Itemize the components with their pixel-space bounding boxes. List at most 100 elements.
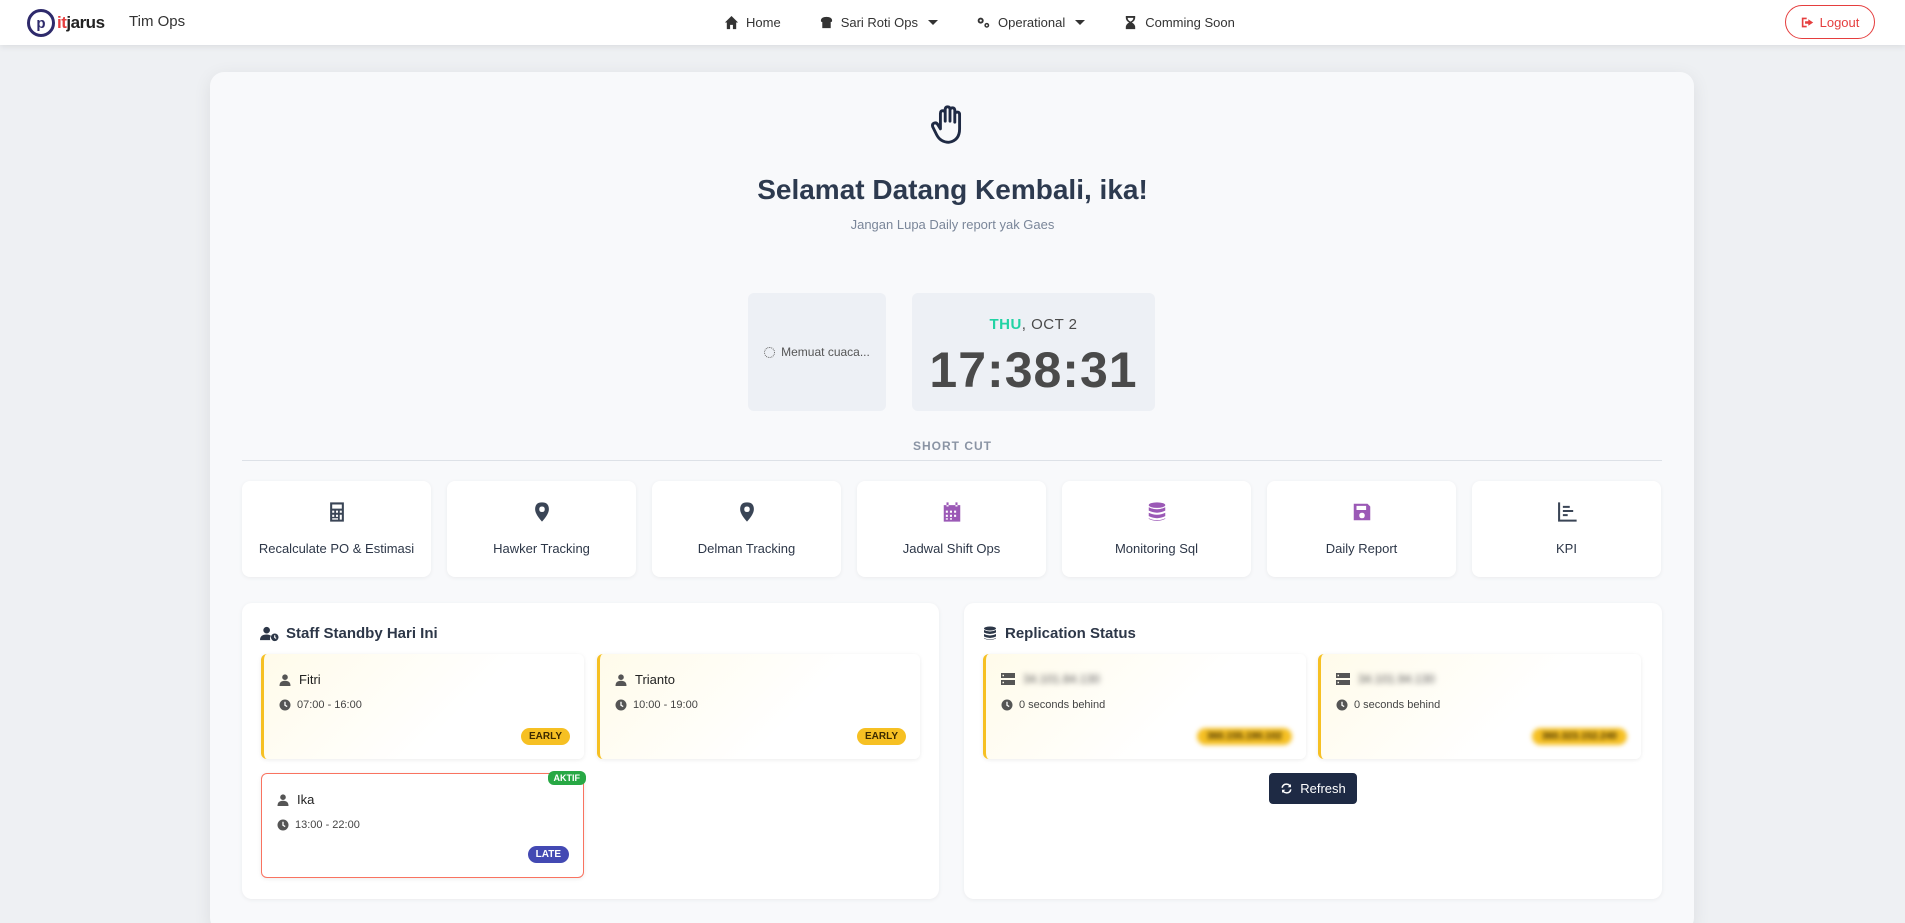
staff-time-text: 10:00 - 19:00	[633, 699, 698, 711]
clock-day: THU	[989, 316, 1022, 333]
user-clock-icon	[260, 626, 279, 642]
refresh-icon	[1281, 783, 1292, 794]
chevron-down-icon	[1075, 20, 1086, 25]
shortcut-label: Monitoring Sql	[1114, 541, 1199, 556]
logout-button[interactable]: Logout	[1785, 5, 1875, 39]
staff-panel-title-text: Staff Standby Hari Ini	[286, 625, 438, 642]
replica-host-text: 34.101.94.130	[1358, 672, 1435, 686]
clock-icon	[615, 699, 627, 711]
clock-time: 17:38:31	[929, 342, 1138, 398]
refresh-button[interactable]: Refresh	[1269, 773, 1357, 804]
staff-name: Trianto	[615, 672, 675, 687]
replica-ip-badge: 360.155.190.102	[1196, 728, 1292, 745]
home-icon	[724, 15, 739, 30]
shift-badge: LATE	[527, 846, 569, 863]
clock-icon	[1001, 699, 1013, 711]
nav-sari-roti-ops[interactable]: Sari Roti Ops	[819, 15, 938, 30]
shortcut-label: Daily Report	[1325, 541, 1398, 556]
logo-mark: p	[27, 9, 55, 37]
replica-lag: 0 seconds behind	[1336, 699, 1440, 711]
shortcut-label: Hawker Tracking	[493, 541, 590, 556]
staff-name: Fitri	[279, 672, 321, 687]
shortcut-jadwal-shift[interactable]: Jadwal Shift Ops	[857, 481, 1046, 577]
replica-host: 34.101.94.130	[1336, 672, 1435, 686]
database-icon	[984, 626, 996, 640]
staff-time-text: 13:00 - 22:00	[295, 819, 360, 831]
team-name: Tim Ops	[129, 13, 186, 30]
spinner-icon	[764, 346, 776, 358]
staff-card[interactable]: Fitri 07:00 - 16:00 EARLY	[261, 654, 584, 759]
nav-coming-soon-label: Comming Soon	[1145, 15, 1235, 30]
staff-name: Ika	[277, 792, 314, 807]
server-icon	[1336, 673, 1350, 685]
database-icon	[1148, 502, 1166, 521]
clock-icon	[277, 819, 289, 831]
calculator-icon	[330, 502, 344, 522]
user-icon	[279, 673, 291, 686]
shortcut-label: Recalculate PO & Estimasi	[258, 541, 415, 556]
nav-operational-label: Operational	[998, 15, 1066, 30]
replica-host: 34.101.84.130	[1001, 672, 1100, 686]
brand-logo[interactable]: p itjarus	[27, 8, 105, 38]
replication-status-panel: Replication Status 34.101.84.130 0 secon…	[964, 603, 1662, 899]
user-icon	[277, 793, 289, 806]
weather-loading-text: Memuat cuaca...	[781, 345, 870, 359]
shortcut-hawker-tracking[interactable]: Hawker Tracking	[447, 481, 636, 577]
staff-name-text: Ika	[297, 792, 315, 807]
nav-sari-roti-label: Sari Roti Ops	[840, 15, 918, 30]
nav-coming-soon[interactable]: Comming Soon	[1123, 15, 1235, 30]
nav-home[interactable]: Home	[724, 15, 781, 30]
chevron-down-icon	[928, 20, 938, 25]
welcome-subtitle: Jangan Lupa Daily report yak Gaes	[850, 217, 1055, 232]
staff-shift-time: 07:00 - 16:00	[279, 699, 362, 711]
replication-panel-title-text: Replication Status	[1005, 625, 1136, 642]
server-icon	[1001, 673, 1015, 685]
shortcut-label: Delman Tracking	[697, 541, 796, 556]
clock-icon	[1336, 699, 1348, 711]
staff-panel-title: Staff Standby Hari Ini	[260, 625, 438, 642]
clock-month-day: , OCT 2	[1021, 316, 1078, 333]
shortcut-label: KPI	[1556, 541, 1577, 556]
user-icon	[615, 673, 627, 686]
shortcut-daily-report[interactable]: Daily Report	[1267, 481, 1456, 577]
shortcut-label: Jadwal Shift Ops	[902, 541, 1001, 556]
weather-widget: Memuat cuaca...	[748, 293, 886, 411]
shift-badge: EARLY	[521, 728, 570, 745]
refresh-button-label: Refresh	[1300, 781, 1346, 796]
replica-lag-text: 0 seconds behind	[1354, 699, 1441, 711]
clock-date: THU, OCT 2	[912, 316, 1155, 333]
staff-time-text: 07:00 - 16:00	[297, 699, 362, 711]
replication-panel-title: Replication Status	[982, 625, 1136, 642]
replica-lag: 0 seconds behind	[1001, 699, 1105, 711]
staff-shift-time: 13:00 - 22:00	[277, 819, 360, 831]
staff-card-active[interactable]: AKTIF Ika 13:00 - 22:00 LATE	[261, 771, 586, 878]
logo-wordmark: itjarus	[57, 13, 105, 32]
replica-lag-text: 0 seconds behind	[1019, 699, 1106, 711]
shortcut-delman-tracking[interactable]: Delman Tracking	[652, 481, 841, 577]
hourglass-icon	[1126, 15, 1136, 30]
shortcut-recalculate-po[interactable]: Recalculate PO & Estimasi	[242, 481, 431, 577]
waving-hand-icon	[931, 105, 962, 144]
staff-shift-time: 10:00 - 19:00	[615, 699, 698, 711]
replica-ip-badge: 360.323.152.240	[1531, 728, 1627, 745]
map-pin-icon	[535, 502, 549, 522]
staff-card[interactable]: Trianto 10:00 - 19:00 EARLY	[597, 654, 920, 759]
replica-host-text: 34.101.84.130	[1023, 672, 1100, 686]
nav-home-label: Home	[746, 15, 781, 30]
shift-badge: EARLY	[857, 728, 906, 745]
shortcut-kpi[interactable]: KPI	[1472, 481, 1661, 577]
shortcut-heading: SHORT CUT	[913, 439, 992, 453]
main-nav: Home Sari Roti Ops Operational Comming S…	[724, 0, 1273, 45]
staff-name-text: Fitri	[299, 672, 321, 687]
replica-card: 34.101.94.130 0 seconds behind 360.323.1…	[1318, 654, 1641, 759]
logout-label: Logout	[1819, 14, 1860, 30]
nav-operational[interactable]: Operational	[976, 15, 1086, 30]
staff-name-text: Trianto	[635, 672, 675, 687]
shortcut-monitoring-sql[interactable]: Monitoring Sql	[1062, 481, 1251, 577]
bread-icon	[820, 16, 832, 29]
gears-icon	[977, 17, 990, 28]
clock-widget: THU, OCT 2 17:38:31	[912, 293, 1155, 411]
replica-card: 34.101.84.130 0 seconds behind 360.155.1…	[983, 654, 1306, 759]
navbar: p itjarus Tim Ops Home Sari Roti Ops Ope…	[0, 0, 1905, 45]
save-icon	[1353, 503, 1371, 521]
